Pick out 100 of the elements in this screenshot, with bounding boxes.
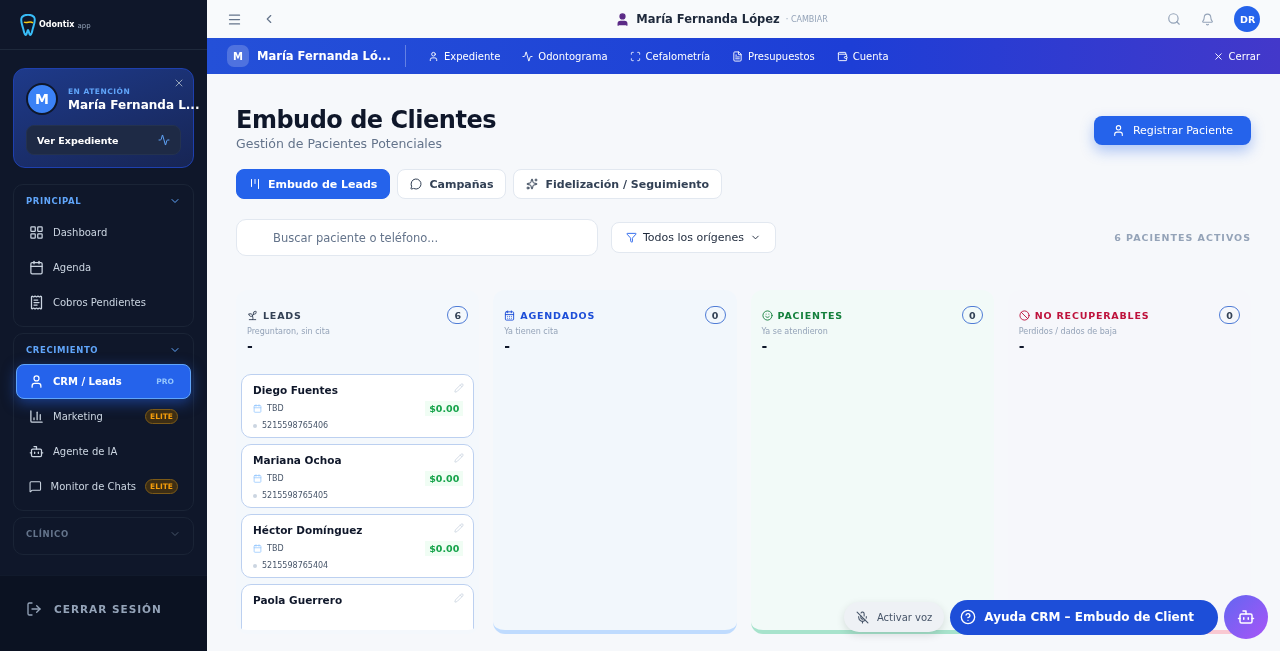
nav-item[interactable]: Agente de IA xyxy=(16,434,191,469)
voice-button[interactable]: Activar voz xyxy=(843,602,945,632)
nav-icon xyxy=(29,479,42,494)
tab-icon xyxy=(249,178,261,190)
nav-icon xyxy=(29,444,44,459)
edit-icon[interactable] xyxy=(454,383,465,393)
edit-icon[interactable] xyxy=(454,453,465,463)
tab-icon xyxy=(526,178,539,190)
source-filter-dropdown[interactable]: Todos los orígenes xyxy=(611,222,777,253)
pulse-icon xyxy=(158,134,170,146)
help-button[interactable]: Ayuda CRM – Embudo de Client xyxy=(950,599,1218,635)
lead-card[interactable]: Mariana Ochoa TBD $0.00 5215598765405 xyxy=(241,444,475,508)
close-button[interactable] xyxy=(173,77,185,89)
nav-item[interactable]: Cobros Pendientes xyxy=(16,285,191,320)
patient-tab[interactable]: Cuenta xyxy=(836,50,889,62)
user-avatar[interactable]: DR xyxy=(1234,6,1260,32)
column-subtitle: Preguntaron, sin cita xyxy=(247,327,331,336)
notifications-icon[interactable] xyxy=(1201,12,1214,26)
patient-avatar: M xyxy=(26,83,58,115)
column-subtitle: Perdidos / dados de baja xyxy=(1018,327,1118,336)
nav-item[interactable]: Dashboard xyxy=(16,215,191,250)
assistant-bot-button[interactable] xyxy=(1224,595,1268,639)
person-icon xyxy=(1111,124,1125,137)
active-count: 6 PACIENTES ACTIVOS xyxy=(1114,232,1251,243)
lead-name: Diego Fuentes xyxy=(253,384,338,396)
search-field[interactable]: Buscar paciente o teléfono... xyxy=(236,219,598,256)
patient-name: María Fernanda Ló... xyxy=(257,49,391,63)
nav-icon xyxy=(29,374,44,389)
nav-icon xyxy=(29,260,44,275)
status-dot xyxy=(253,493,257,498)
view-record-button[interactable]: Ver Expediente xyxy=(26,125,181,155)
close-button[interactable]: Cerrar xyxy=(1212,50,1260,62)
tab-icon xyxy=(629,50,641,62)
column-title: AGENDADOS xyxy=(520,309,596,321)
edit-icon[interactable] xyxy=(454,523,465,533)
lead-name: Paola Guerrero xyxy=(253,594,343,606)
logout-icon xyxy=(26,600,42,617)
lead-amount: $0.00 xyxy=(425,471,464,486)
patient-tab[interactable]: Odontograma xyxy=(522,50,608,62)
calendar-icon xyxy=(253,404,262,413)
tab-icon xyxy=(522,50,534,62)
calendar-icon xyxy=(253,474,262,483)
search-icon[interactable] xyxy=(1167,12,1181,26)
column-title: LEADS xyxy=(263,309,302,321)
column-total: - xyxy=(1018,338,1026,354)
register-patient-button[interactable]: Registrar Paciente xyxy=(1093,116,1251,145)
nav-icon xyxy=(29,409,44,424)
patient-tab[interactable]: Expediente xyxy=(427,50,501,62)
section-header[interactable]: CRECIMIENTO xyxy=(14,344,193,364)
person-icon xyxy=(615,11,631,27)
column-title: NO RECUPERABLES xyxy=(1034,309,1150,321)
tab-icon xyxy=(427,50,439,62)
patient-avatar: M xyxy=(227,45,249,67)
page-title: Embudo de Clientes xyxy=(236,106,496,134)
logout-button[interactable]: CERRAR SESIÓN xyxy=(0,575,207,651)
lead-card[interactable]: Paola Guerrero xyxy=(241,584,475,630)
patient-name: María Fernanda López xyxy=(636,12,780,26)
column-total: - xyxy=(761,338,769,354)
nav-icon xyxy=(29,225,44,240)
lead-phone: 5215598765406 xyxy=(262,421,329,430)
lead-name: Héctor Domínguez xyxy=(253,524,363,536)
view-tab[interactable]: Fidelización / Seguimiento xyxy=(513,169,723,199)
robot-icon xyxy=(1237,608,1255,626)
lead-date: TBD xyxy=(267,544,284,553)
filter-icon xyxy=(626,232,637,243)
column-title: PACIENTES xyxy=(777,309,843,321)
lead-name: Mariana Ochoa xyxy=(253,454,342,466)
status-dot xyxy=(253,563,257,568)
lead-amount: $0.00 xyxy=(425,401,464,416)
mic-off-icon xyxy=(855,610,869,624)
logo-text: Odontix xyxy=(39,20,75,29)
menu-icon[interactable] xyxy=(227,11,242,27)
lead-phone: 5215598765404 xyxy=(262,561,329,570)
patient-tab[interactable]: Cefalometría xyxy=(629,50,711,62)
nav-icon xyxy=(29,295,44,310)
close-icon xyxy=(1212,50,1224,62)
lead-card[interactable]: Diego Fuentes TBD $0.00 5215598765406 xyxy=(241,374,475,438)
column-icon xyxy=(761,309,773,321)
tooth-logo-icon xyxy=(20,13,36,36)
tab-icon xyxy=(836,50,848,62)
lead-date: TBD xyxy=(267,404,284,413)
lead-card[interactable]: Héctor Domínguez TBD $0.00 5215598765404 xyxy=(241,514,475,578)
patient-tab[interactable]: Presupuestos xyxy=(732,50,815,62)
nav-item[interactable]: Agenda xyxy=(16,250,191,285)
column-total: - xyxy=(504,338,512,354)
column-subtitle: Ya tienen cita xyxy=(504,327,560,336)
view-tab[interactable]: Campañas xyxy=(397,169,507,199)
column-icon xyxy=(247,309,258,321)
column-total: - xyxy=(247,338,254,354)
section-header[interactable]: PRINCIPAL xyxy=(14,195,193,215)
page-subtitle: Gestión de Pacientes Potenciales xyxy=(236,136,443,151)
column-icon xyxy=(1018,309,1030,321)
tab-icon xyxy=(410,178,423,190)
section-header[interactable]: CLÍNICO xyxy=(14,528,193,548)
status-dot xyxy=(253,423,257,428)
view-tab[interactable]: Embudo de Leads xyxy=(236,169,391,199)
lead-amount: $0.00 xyxy=(425,541,464,556)
lead-date: TBD xyxy=(267,474,284,483)
column-subtitle: Ya se atendieron xyxy=(761,327,829,336)
edit-icon[interactable] xyxy=(454,593,465,603)
